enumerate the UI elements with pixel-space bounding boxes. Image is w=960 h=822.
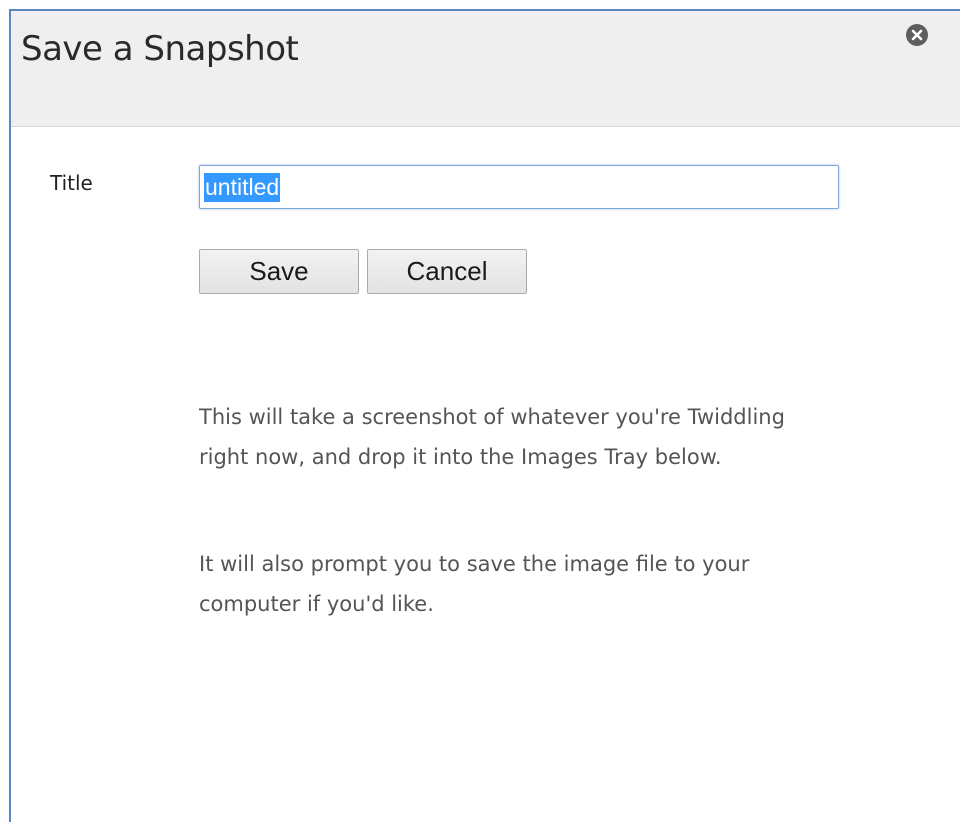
title-input-value: untitled [204,173,281,202]
cancel-button[interactable]: Cancel [367,249,527,294]
title-input[interactable]: untitled [199,165,839,209]
save-button[interactable]: Save [199,249,359,294]
dialog-header: Save a Snapshot [11,11,960,127]
description-paragraph-1: This will take a screenshot of whatever … [199,405,785,469]
close-icon [911,29,923,41]
description-paragraph-2: It will also prompt you to save the imag… [199,552,750,616]
dialog-title: Save a Snapshot [21,29,299,69]
title-label: Title [50,171,93,195]
save-snapshot-dialog: Save a Snapshot Title untitled Save Canc… [9,9,960,822]
close-button[interactable] [906,24,928,46]
